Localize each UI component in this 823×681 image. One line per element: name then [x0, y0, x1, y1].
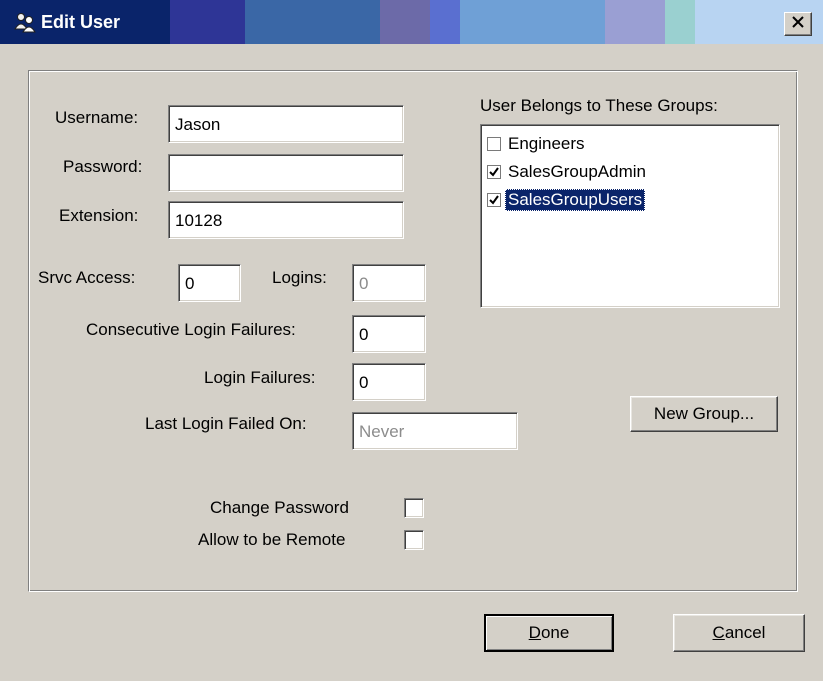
last-failed-field: Never — [352, 412, 518, 450]
group-checkbox-engineers[interactable] — [487, 137, 501, 151]
extension-label: Extension: — [59, 206, 139, 225]
group-checkbox-salesgroupadmin[interactable] — [487, 165, 501, 179]
list-item-salesgroupadmin[interactable]: SalesGroupAdmin — [485, 160, 649, 184]
title-area: Edit User — [14, 0, 120, 44]
consecutive-failures-label: Consecutive Login Failures: — [86, 320, 296, 339]
checkmark-icon — [489, 195, 499, 205]
username-label: Username: — [55, 108, 139, 127]
allow-remote-checkbox[interactable] — [404, 530, 424, 550]
cancel-label-rest: ancel — [724, 623, 766, 642]
new-group-button[interactable]: New Group... — [630, 396, 778, 432]
last-failed-label: Last Login Failed On: — [145, 414, 307, 433]
password-label: Password: — [63, 157, 143, 176]
username-field[interactable]: Jason — [168, 105, 404, 143]
title-bar[interactable] — [0, 0, 823, 44]
change-password-label: Change Password — [210, 498, 349, 517]
cancel-mnemonic: C — [712, 623, 725, 642]
list-item-engineers[interactable]: Engineers — [485, 132, 588, 156]
srvc-access-field[interactable]: 0 — [178, 264, 241, 302]
group-checkbox-salesgroupusers[interactable] — [487, 193, 501, 207]
close-icon — [792, 15, 804, 33]
list-item-label: SalesGroupAdmin — [508, 162, 646, 181]
users-icon — [14, 11, 36, 33]
allow-remote-label: Allow to be Remote — [198, 530, 346, 549]
groups-listbox[interactable]: Engineers SalesGroupAdmin SalesGroupUser… — [480, 124, 780, 308]
change-password-checkbox[interactable] — [404, 498, 424, 518]
close-button[interactable] — [784, 12, 812, 36]
groups-label: User Belongs to These Groups: — [480, 96, 718, 115]
logins-label: Logins: — [272, 268, 327, 287]
cancel-button[interactable]: Cancel — [673, 614, 805, 652]
password-field[interactable] — [168, 154, 404, 192]
done-mnemonic: D — [528, 623, 541, 642]
list-item-salesgroupusers[interactable]: SalesGroupUsers — [485, 188, 646, 212]
list-item-label: Engineers — [508, 134, 585, 153]
list-item-label: SalesGroupUsers — [505, 189, 646, 211]
checkmark-icon — [489, 167, 499, 177]
window-title: Edit User — [41, 11, 121, 32]
consecutive-failures-field[interactable]: 0 — [352, 315, 426, 353]
login-failures-label: Login Failures: — [204, 368, 316, 387]
login-failures-field[interactable]: 0 — [352, 363, 426, 401]
extension-field[interactable]: 10128 — [168, 201, 404, 239]
done-button[interactable]: Done — [484, 614, 614, 652]
srvc-access-label: Srvc Access: — [38, 268, 136, 287]
done-label-rest: one — [540, 623, 570, 642]
logins-field: 0 — [352, 264, 426, 302]
